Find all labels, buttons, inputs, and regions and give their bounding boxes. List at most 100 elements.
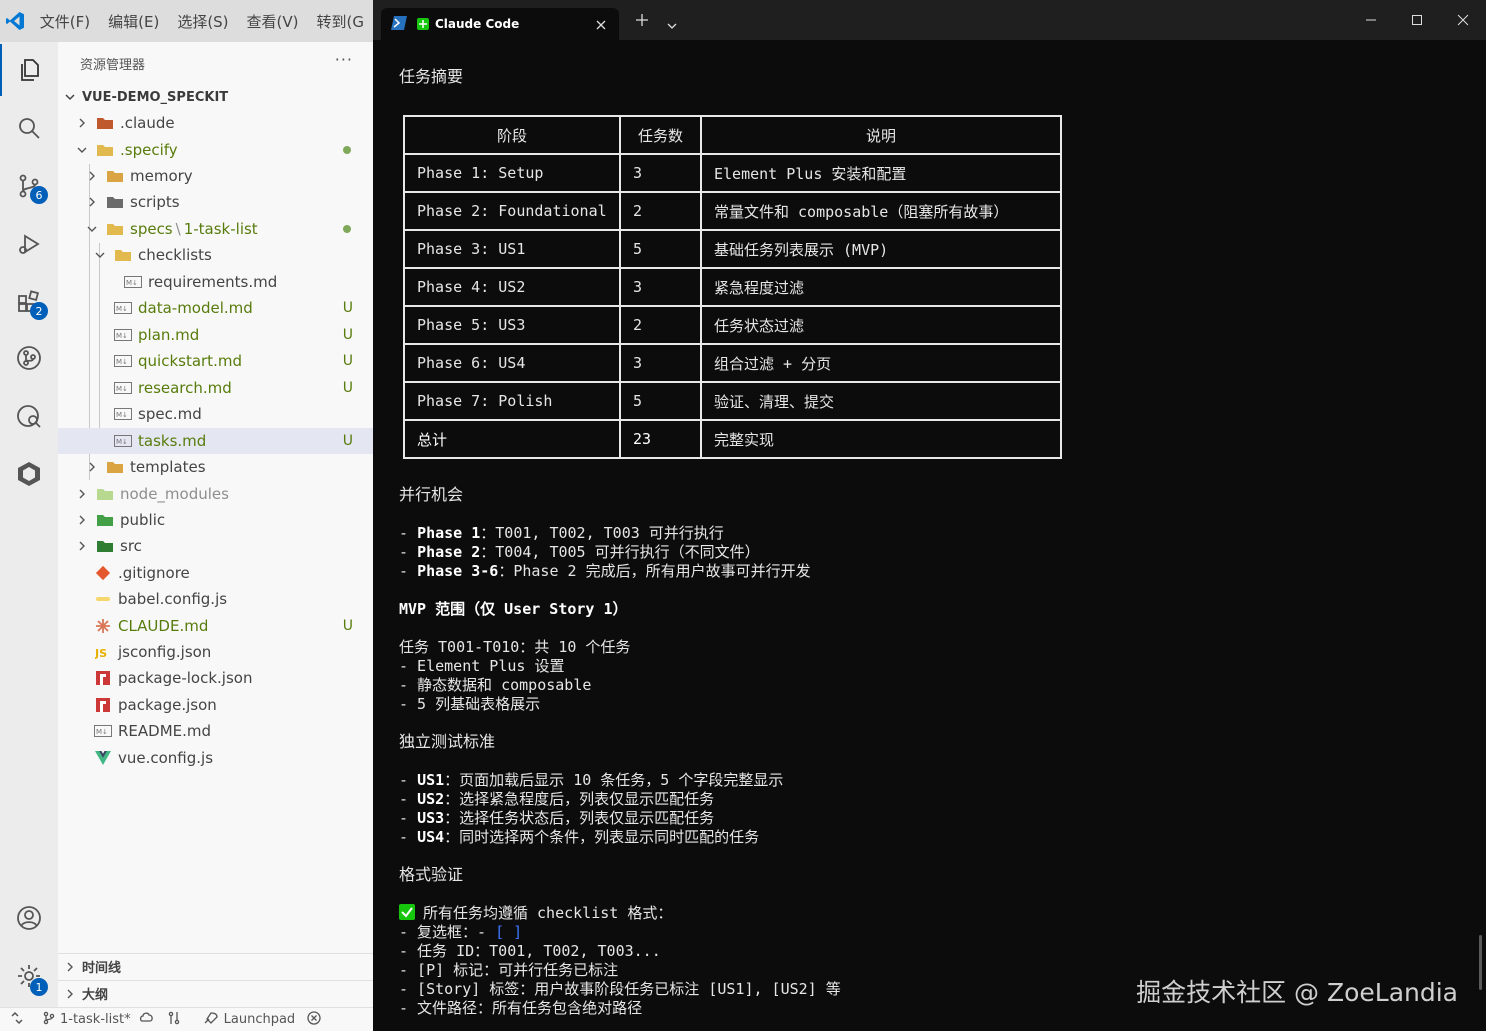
tree-file-quickstart[interactable]: M↓ quickstart.md U bbox=[58, 348, 373, 374]
tree-label-compact: 1-task-list bbox=[183, 220, 258, 238]
table-cell: 总计 bbox=[403, 419, 621, 459]
tree-folder-specs[interactable]: specs \ 1-task-list bbox=[58, 216, 373, 242]
table-cell: Phase 6: US4 bbox=[403, 343, 621, 383]
settings-badge: 1 bbox=[30, 978, 48, 996]
source-control-icon[interactable]: 6 bbox=[0, 160, 58, 212]
close-tab-icon[interactable] bbox=[595, 16, 607, 35]
svg-text:M↓: M↓ bbox=[126, 279, 138, 287]
folder-icon bbox=[106, 194, 124, 210]
markdown-icon: M↓ bbox=[114, 406, 132, 422]
tree-folder-specify[interactable]: .specify bbox=[58, 137, 373, 163]
tree-file-readme[interactable]: M↓ README.md bbox=[58, 718, 373, 744]
test-text: ：选择任务状态后，列表仅显示匹配任务 bbox=[444, 809, 715, 827]
menu-view[interactable]: 查看(V) bbox=[238, 11, 308, 32]
terminal-scrollbar[interactable] bbox=[1479, 935, 1482, 990]
tree-folder-src[interactable]: src bbox=[58, 533, 373, 559]
tree-folder-claude[interactable]: .claude bbox=[58, 110, 373, 136]
menu-file[interactable]: 文件(F) bbox=[31, 11, 99, 32]
timeline-section[interactable]: 时间线 bbox=[58, 953, 373, 979]
git-status-badge: U bbox=[342, 380, 353, 396]
status-bar: 1-task-list* Launchpad bbox=[0, 1007, 373, 1031]
tree-label: README.md bbox=[118, 722, 212, 740]
sync-icon[interactable] bbox=[139, 1011, 155, 1029]
tree-file-plan[interactable]: M↓ plan.md U bbox=[58, 322, 373, 348]
table-cell: 完整实现 bbox=[700, 419, 1062, 459]
tab-dropdown-chevron-icon[interactable] bbox=[667, 15, 677, 34]
tree-file-vue-config[interactable]: vue.config.js bbox=[58, 745, 373, 771]
close-window-icon[interactable] bbox=[1440, 0, 1486, 40]
tree-file-research[interactable]: M↓ research.md U bbox=[58, 375, 373, 401]
tree-folder-public[interactable]: public bbox=[58, 507, 373, 533]
menu-selection[interactable]: 选择(S) bbox=[168, 11, 237, 32]
tree-label: tasks.md bbox=[138, 432, 207, 450]
parallel-key: Phase 2 bbox=[417, 543, 481, 561]
git-compare-icon[interactable] bbox=[167, 1011, 181, 1029]
menu-edit[interactable]: 编辑(E) bbox=[99, 11, 168, 32]
test-key: US4 bbox=[417, 828, 445, 846]
git-graph-icon[interactable] bbox=[0, 332, 58, 384]
tab-title: Claude Code bbox=[435, 17, 520, 31]
tree-file-package-json[interactable]: package.json bbox=[58, 692, 373, 718]
tree-file-package-lock[interactable]: package-lock.json bbox=[58, 665, 373, 691]
tree-file-data-model[interactable]: M↓ data-model.md U bbox=[58, 295, 373, 321]
tree-label: CLAUDE.md bbox=[118, 617, 209, 635]
tree-label: scripts bbox=[130, 193, 180, 211]
tree-folder-node-modules[interactable]: node_modules bbox=[58, 481, 373, 507]
explorer-icon[interactable] bbox=[0, 44, 58, 96]
remote-explorer-icon[interactable] bbox=[0, 390, 58, 442]
test-key: US1 bbox=[417, 771, 445, 789]
svg-text:M↓: M↓ bbox=[116, 385, 128, 393]
mvp-heading: MVP 范围（仅 User Story 1） bbox=[399, 600, 628, 618]
account-icon[interactable] bbox=[0, 892, 58, 944]
menu-go[interactable]: 转到(G bbox=[308, 11, 373, 32]
run-debug-icon[interactable] bbox=[0, 218, 58, 270]
tree-folder-scripts[interactable]: scripts bbox=[58, 189, 373, 215]
chevron-right-icon bbox=[86, 461, 98, 473]
test-line: - US1：页面加载后显示 10 条任务，5 个字段完整显示 bbox=[399, 771, 783, 790]
manage-gear-icon[interactable]: 1 bbox=[0, 950, 58, 1002]
new-tab-plus-icon[interactable] bbox=[635, 12, 649, 31]
task-summary-table: 阶段 任务数 说明 Phase 1: Setup 3 Element Plus 安装… bbox=[403, 115, 1062, 459]
search-icon[interactable] bbox=[0, 102, 58, 154]
terminal-window: Claude Code 任务摘要 阶段 任务数 说明 Phase 1: Setu… bbox=[373, 0, 1486, 1031]
tree-file-spec[interactable]: M↓ spec.md bbox=[58, 401, 373, 427]
tree-file-gitignore[interactable]: .gitignore bbox=[58, 560, 373, 586]
js-config-icon: JS bbox=[94, 644, 112, 660]
workspace-root[interactable]: VUE-DEMO_SPECKIT bbox=[58, 86, 373, 108]
table-row: Phase 4: US2 3 紧急程度过滤 bbox=[403, 267, 1062, 307]
parallel-key: Phase 3-6 bbox=[417, 562, 499, 580]
tree-label: package.json bbox=[118, 696, 217, 714]
test-key: US3 bbox=[417, 809, 445, 827]
branch-name[interactable]: 1-task-list* bbox=[60, 1012, 131, 1027]
cube-icon[interactable] bbox=[0, 448, 58, 500]
chevron-right-icon bbox=[76, 514, 88, 526]
table-cell: 5 bbox=[619, 381, 702, 421]
minimize-icon[interactable] bbox=[1348, 0, 1394, 40]
tree-file-babel-config[interactable]: babel.config.js bbox=[58, 586, 373, 612]
tree-label: package-lock.json bbox=[118, 669, 253, 687]
maximize-icon[interactable] bbox=[1394, 0, 1440, 40]
extensions-icon[interactable]: 2 bbox=[0, 276, 58, 328]
close-circle-icon[interactable] bbox=[307, 1010, 321, 1029]
markdown-icon: M↓ bbox=[114, 327, 132, 343]
tree-label: quickstart.md bbox=[138, 352, 242, 370]
outline-section[interactable]: 大纲 bbox=[58, 980, 373, 1006]
more-actions-button[interactable]: ··· bbox=[335, 50, 353, 69]
launchpad-label[interactable]: Launchpad bbox=[224, 1012, 296, 1027]
table-cell: Phase 7: Polish bbox=[403, 381, 621, 421]
tree-file-jsconfig[interactable]: JS jsconfig.json bbox=[58, 639, 373, 665]
chevron-down-icon bbox=[94, 249, 106, 261]
table-cell: Phase 2: Foundational bbox=[403, 191, 621, 231]
remote-icon[interactable] bbox=[10, 1011, 24, 1029]
tree-folder-checklists[interactable]: checklists bbox=[58, 242, 373, 268]
test-text: ：选择紧急程度后，列表仅显示匹配任务 bbox=[444, 790, 715, 808]
tree-file-requirements[interactable]: M↓ requirements.md bbox=[58, 269, 373, 295]
format-check-text: 所有任务均遵循 checklist 格式： bbox=[423, 904, 673, 922]
terminal-tab[interactable]: Claude Code bbox=[381, 8, 619, 40]
table-cell: 2 bbox=[619, 305, 702, 345]
tree-folder-memory[interactable]: memory bbox=[58, 163, 373, 189]
tree-file-claude-md[interactable]: CLAUDE.md U bbox=[58, 613, 373, 639]
tree-folder-templates[interactable]: templates bbox=[58, 454, 373, 480]
npm-icon bbox=[94, 670, 112, 686]
tree-file-tasks[interactable]: M↓ tasks.md U bbox=[58, 428, 373, 454]
